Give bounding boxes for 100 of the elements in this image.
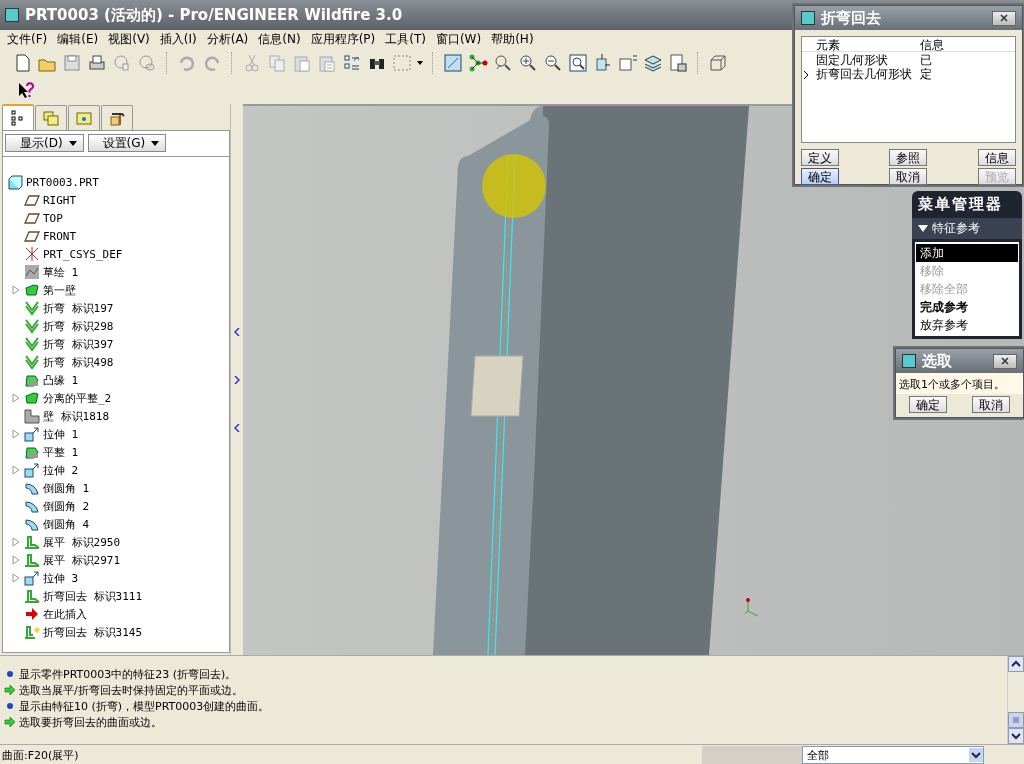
link-icon[interactable]	[137, 53, 157, 73]
menu-item[interactable]: 插入(I)	[154, 30, 202, 48]
table-row[interactable]: 折弯回去几何形状 定	[802, 66, 1015, 80]
tree-item-label[interactable]: 第一壁	[43, 282, 76, 298]
tree-item-label[interactable]: 草绘 1	[43, 264, 79, 280]
tree-item-label[interactable]: 拉伸 1	[43, 426, 79, 442]
tree-item-label[interactable]: 壁 标识1818	[43, 408, 110, 424]
context-help-icon[interactable]	[16, 81, 36, 101]
menu-item[interactable]: 分析(A)	[201, 30, 254, 48]
dialog-button[interactable]: 确定	[908, 396, 947, 413]
message-text: 选取要折弯回去的曲面或边。	[19, 714, 162, 730]
menu-item[interactable]: 编辑(E)	[52, 30, 104, 48]
tree-item-label[interactable]: 在此插入	[43, 606, 87, 622]
hammer-icon	[109, 110, 125, 126]
menu-item[interactable]: 应用程序(P)	[305, 30, 381, 48]
extrude-icon	[24, 462, 40, 478]
caret-icon[interactable]	[417, 61, 423, 65]
menu-item[interactable]: 文件(F)	[2, 30, 53, 48]
tree-item-label[interactable]: 拉伸 2	[43, 462, 79, 478]
menu-item[interactable]: 窗口(W)	[430, 30, 487, 48]
regenerate-icon[interactable]	[342, 53, 362, 73]
scroll-up-button[interactable]	[1008, 656, 1024, 672]
dialog-button[interactable]: 确定	[801, 168, 839, 185]
wall-block-icon	[24, 408, 40, 424]
table-cell-text: 定	[920, 66, 933, 83]
graphics-viewport[interactable]	[243, 104, 1024, 655]
dropdown-button[interactable]: 显示(D)	[5, 134, 84, 152]
tree-item-label[interactable]: 展平 标识2971	[43, 552, 121, 568]
network-nodes-icon[interactable]	[468, 53, 488, 73]
print-icon[interactable]	[87, 53, 107, 73]
scroll-thumb[interactable]	[1008, 712, 1024, 728]
tree-item-label[interactable]: 折弯回去 标识3145	[43, 624, 143, 640]
dropdown-button[interactable]: 设置(G)	[87, 134, 167, 152]
tree-item-label[interactable]: 折弯 标识498	[43, 354, 114, 370]
caret-icon	[68, 140, 77, 146]
menu-item[interactable]: 信息(N)	[253, 30, 306, 48]
tree-item-label[interactable]: 折弯 标识298	[43, 318, 114, 334]
tree-item-label[interactable]: 平整 1	[43, 444, 79, 460]
tree-item-label[interactable]: FRONT	[43, 229, 77, 243]
dialog-button[interactable]: 定义	[801, 149, 839, 166]
tree-item-label[interactable]: 倒圆角 2	[43, 498, 90, 514]
insert-arrow-icon	[24, 606, 40, 622]
navigator-tab[interactable]	[101, 105, 133, 130]
datum-display-icon[interactable]	[443, 53, 463, 73]
menu-item[interactable]: 添加	[916, 244, 1018, 262]
refit-icon[interactable]	[568, 53, 588, 73]
round-icon	[24, 480, 40, 496]
tree-item-label[interactable]: 折弯回去 标识3111	[43, 588, 143, 604]
datum-plane-icon	[24, 228, 40, 244]
scroll-down-button[interactable]	[1008, 728, 1024, 744]
close-button[interactable]	[993, 353, 1017, 369]
tree-item-label[interactable]: 拉伸 3	[43, 570, 79, 586]
round-icon	[24, 516, 40, 532]
coordinate-system-icon	[24, 246, 40, 262]
tree-item-label[interactable]: TOP	[43, 211, 63, 225]
dialog-button[interactable]: 参照	[889, 149, 928, 166]
tree-item-label[interactable]: 倒圆角 1	[43, 480, 90, 496]
sketch-icon	[24, 264, 40, 280]
menu-item[interactable]: 工具(T)	[380, 30, 431, 48]
dialog-title: 折弯回去	[821, 8, 882, 28]
info-dot-icon	[4, 700, 16, 712]
menu-item[interactable]: 完成参考	[916, 298, 1018, 316]
tree-item-label[interactable]: 倒圆角 4	[43, 516, 90, 532]
tree-item-label[interactable]: 凸缘 1	[43, 372, 79, 388]
extrude-icon	[24, 426, 40, 442]
close-button[interactable]	[992, 10, 1016, 26]
dialog-button[interactable]: 取消	[889, 168, 928, 185]
tree-item-label[interactable]: 展平 标识2950	[43, 534, 121, 550]
zoom-in-icon[interactable]	[518, 53, 538, 73]
layers-icon[interactable]	[643, 53, 663, 73]
view-manager-icon[interactable]	[668, 53, 688, 73]
wireframe-cube-icon[interactable]	[708, 53, 728, 73]
tree-item-label[interactable]: PRT_CSYS_DEF	[43, 247, 123, 261]
attach-icon[interactable]	[112, 53, 132, 73]
tree-item-label[interactable]: RIGHT	[43, 193, 77, 207]
bend-icon	[24, 336, 40, 352]
menu-item[interactable]: 视图(V)	[103, 30, 155, 48]
save-icon[interactable]	[62, 53, 82, 73]
saved-views-icon[interactable]	[618, 53, 638, 73]
message-text: 选取当展平/折弯回去时保持固定的平面或边。	[19, 682, 243, 698]
dialog-title: 选取	[922, 351, 953, 371]
filter-dropdown[interactable]: 全部	[802, 746, 984, 764]
reorient-icon[interactable]	[593, 53, 613, 73]
spin-center-icon[interactable]	[493, 53, 513, 73]
menu-item[interactable]: 帮助(H)	[486, 30, 539, 48]
tree-item-label[interactable]: 折弯 标识397	[43, 336, 114, 352]
round-icon	[24, 498, 40, 514]
tree-item-label[interactable]: PRT0003.PRT	[26, 175, 99, 189]
tree-item-label[interactable]: 折弯 标识197	[43, 300, 114, 316]
extrude-icon	[24, 570, 40, 586]
zoom-out-icon[interactable]	[543, 53, 563, 73]
unbend-icon	[24, 588, 40, 604]
dialog-button[interactable]: 取消	[972, 396, 1011, 413]
caret-icon	[151, 140, 160, 146]
flange-icon	[24, 444, 40, 460]
menu-section-header[interactable]: 特征参考	[912, 218, 1022, 239]
menu-item[interactable]: 放弃参考	[916, 316, 1018, 334]
table-row[interactable]: 固定几何形状 已	[802, 52, 1015, 66]
tree-item-label[interactable]: 分离的平整_2	[43, 390, 112, 406]
dialog-button[interactable]: 信息	[978, 149, 1016, 166]
